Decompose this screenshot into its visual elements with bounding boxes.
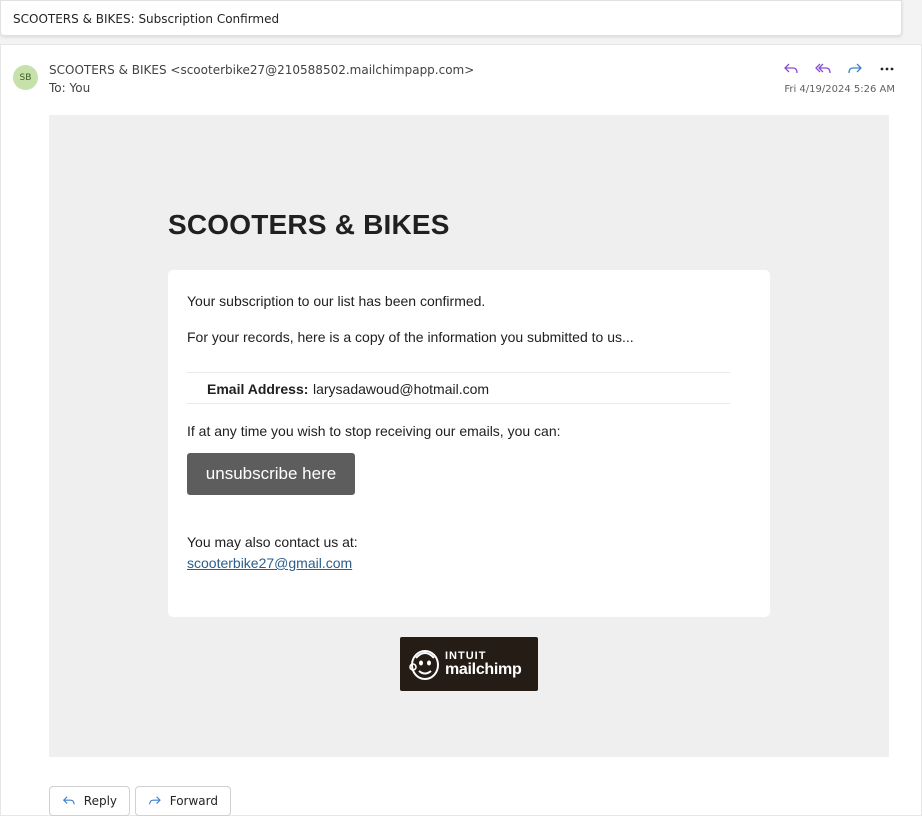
reply-button[interactable]: Reply bbox=[49, 786, 130, 816]
badge-mailchimp-text: mailchimp bbox=[445, 660, 522, 678]
recipient-line: To: You bbox=[49, 81, 91, 95]
forward-icon[interactable] bbox=[843, 59, 867, 79]
forward-button[interactable]: Forward bbox=[135, 786, 231, 816]
mailchimp-badge[interactable]: INTUIT mailchimp bbox=[400, 637, 538, 691]
mailchimp-logo-icon bbox=[409, 650, 439, 680]
reply-all-icon[interactable] bbox=[811, 59, 835, 79]
sender-avatar: SB bbox=[13, 65, 38, 90]
reply-icon[interactable] bbox=[779, 59, 803, 79]
message-date: Fri 4/19/2024 5:26 AM bbox=[784, 84, 895, 95]
sender-line[interactable]: SCOOTERS & BIKES <scooterbike27@21058850… bbox=[49, 63, 474, 77]
email-subject: SCOOTERS & BIKES: Subscription Confirmed bbox=[13, 12, 280, 26]
confirmed-text: Your subscription to our list has been c… bbox=[187, 293, 486, 309]
unsubscribe-button[interactable]: unsubscribe here bbox=[187, 453, 355, 495]
message-actions bbox=[779, 59, 899, 79]
email-address-value: larysadawoud@hotmail.com bbox=[313, 381, 490, 397]
records-text: For your records, here is a copy of the … bbox=[187, 329, 634, 345]
email-body: SCOOTERS & BIKES Your subscription to ou… bbox=[49, 115, 889, 757]
contact-email-link[interactable]: scooterbike27@gmail.com bbox=[187, 555, 352, 571]
badge-intuit-text: INTUIT bbox=[445, 649, 487, 662]
more-icon[interactable] bbox=[875, 59, 899, 79]
subject-bar: SCOOTERS & BIKES: Subscription Confirmed bbox=[0, 0, 902, 36]
email-address-row: Email Address: larysadawoud@hotmail.com bbox=[187, 372, 730, 404]
message-pane: SB SCOOTERS & BIKES <scooterbike27@21058… bbox=[0, 44, 922, 816]
reply-label: Reply bbox=[83, 794, 117, 808]
confirmation-card: Your subscription to our list has been c… bbox=[168, 270, 770, 617]
contact-text: You may also contact us at: bbox=[187, 534, 358, 550]
email-address-label: Email Address: bbox=[207, 381, 309, 397]
reply-icon bbox=[62, 796, 75, 805]
forward-icon bbox=[149, 796, 161, 805]
brand-title: SCOOTERS & BIKES bbox=[168, 209, 450, 240]
forward-label: Forward bbox=[169, 794, 218, 808]
stop-receiving-text: If at any time you wish to stop receivin… bbox=[187, 423, 561, 439]
